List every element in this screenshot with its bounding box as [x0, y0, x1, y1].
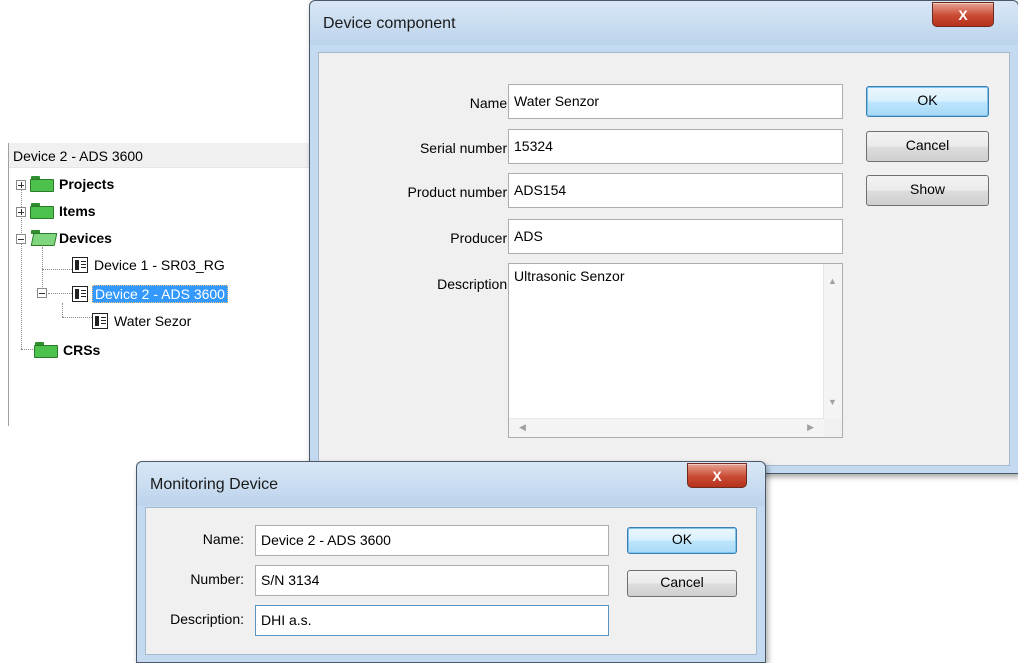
- tree-item-label: Device 1 - SR03_RG: [94, 257, 225, 273]
- tree-item-label: Water Sezor: [114, 313, 192, 329]
- expand-items-icon[interactable]: [16, 207, 26, 217]
- horizontal-scrollbar[interactable]: ◀ ▶: [509, 418, 824, 437]
- cancel-button[interactable]: Cancel: [627, 570, 737, 597]
- tree-connector: [62, 317, 92, 318]
- scrollbar-corner: [824, 419, 842, 437]
- cancel-button[interactable]: Cancel: [866, 131, 989, 162]
- close-icon: X: [958, 6, 968, 23]
- folder-icon: [34, 342, 58, 358]
- tree-item-devices[interactable]: Devices: [30, 228, 114, 248]
- tree-header: Device 2 - ADS 3600: [9, 143, 321, 168]
- name-field[interactable]: Water Senzor: [508, 84, 843, 119]
- collapse-devices-icon[interactable]: [16, 234, 26, 244]
- collapse-device2-icon[interactable]: [37, 288, 47, 298]
- product-number-label: Product number:: [407, 184, 512, 200]
- dialog-client-area: Name: Water Senzor Serial number: 15324 …: [318, 52, 1010, 466]
- vertical-scrollbar[interactable]: ▲ ▼: [823, 264, 842, 419]
- ok-button[interactable]: OK: [627, 527, 737, 554]
- description-field[interactable]: DHI a.s.: [255, 605, 609, 636]
- tree-connector: [62, 303, 63, 317]
- tree-connector: [42, 247, 43, 293]
- tree-connector: [21, 349, 35, 350]
- tree-item-device2[interactable]: Device 2 - ADS 3600: [72, 284, 228, 304]
- scroll-down-icon[interactable]: ▼: [828, 397, 837, 407]
- scroll-right-icon[interactable]: ▶: [807, 422, 814, 433]
- serial-number-field[interactable]: 15324: [508, 129, 843, 164]
- tree-item-label: CRSs: [63, 342, 101, 358]
- producer-label: Producer:: [450, 230, 511, 246]
- name-label: Name:: [469, 95, 511, 111]
- expand-projects-icon[interactable]: [16, 180, 26, 190]
- dialog-titlebar[interactable]: Monitoring Device: [137, 462, 765, 506]
- number-field[interactable]: S/N 3134: [255, 565, 609, 596]
- close-icon: X: [712, 467, 722, 484]
- scroll-up-icon[interactable]: ▲: [828, 276, 837, 286]
- product-number-field[interactable]: ADS154: [508, 173, 843, 208]
- name-field[interactable]: Device 2 - ADS 3600: [255, 525, 609, 556]
- tree-item-items[interactable]: Items: [30, 201, 98, 221]
- tree-item-label: Devices: [59, 230, 112, 246]
- number-label: Number:: [190, 571, 244, 587]
- tree-item-label: Items: [59, 203, 96, 219]
- device-tree-panel: Device 2 - ADS 3600 Projects Items Devic…: [8, 143, 321, 426]
- producer-field[interactable]: ADS: [508, 219, 843, 254]
- ok-button[interactable]: OK: [866, 86, 989, 117]
- description-label: Description:: [170, 611, 244, 627]
- dialog-title: Device component: [323, 15, 456, 32]
- device-component-dialog: Device component X Name: Water Senzor Se…: [309, 0, 1018, 474]
- device-icon: [72, 286, 88, 302]
- device-icon: [92, 313, 108, 329]
- tree-item-water-sezor[interactable]: Water Sezor: [92, 311, 193, 331]
- tree-connector: [42, 269, 72, 270]
- tree-connector: [48, 293, 72, 294]
- tree-item-label: Projects: [59, 176, 115, 192]
- tree-item-crss[interactable]: CRSs: [34, 340, 102, 360]
- tree-item-label-selected: Device 2 - ADS 3600: [92, 285, 228, 303]
- dialog-client-area: Name: Device 2 - ADS 3600 Number: S/N 31…: [145, 507, 757, 655]
- tree-item-device1[interactable]: Device 1 - SR03_RG: [72, 255, 227, 275]
- tree-item-projects[interactable]: Projects: [30, 174, 116, 194]
- dialog-title: Monitoring Device: [150, 476, 279, 493]
- monitoring-device-dialog: Monitoring Device X Name: Device 2 - ADS…: [136, 461, 766, 663]
- description-text: Ultrasonic Senzor: [514, 268, 625, 284]
- description-memo[interactable]: Ultrasonic Senzor ▲ ▼ ◀ ▶: [508, 263, 843, 438]
- close-button[interactable]: X: [932, 2, 994, 27]
- folder-icon: [30, 176, 54, 192]
- tree-header-label: Device 2 - ADS 3600: [13, 148, 143, 164]
- serial-number-label: Serial number:: [419, 140, 511, 156]
- description-label: Description:: [437, 276, 511, 292]
- dialog-titlebar[interactable]: Device component: [310, 1, 1018, 45]
- open-folder-icon: [30, 230, 58, 246]
- close-button[interactable]: X: [687, 463, 747, 488]
- device-icon: [72, 257, 88, 273]
- folder-icon: [30, 203, 54, 219]
- scroll-left-icon[interactable]: ◀: [519, 422, 526, 433]
- name-label: Name:: [202, 531, 244, 547]
- show-button[interactable]: Show: [866, 175, 989, 206]
